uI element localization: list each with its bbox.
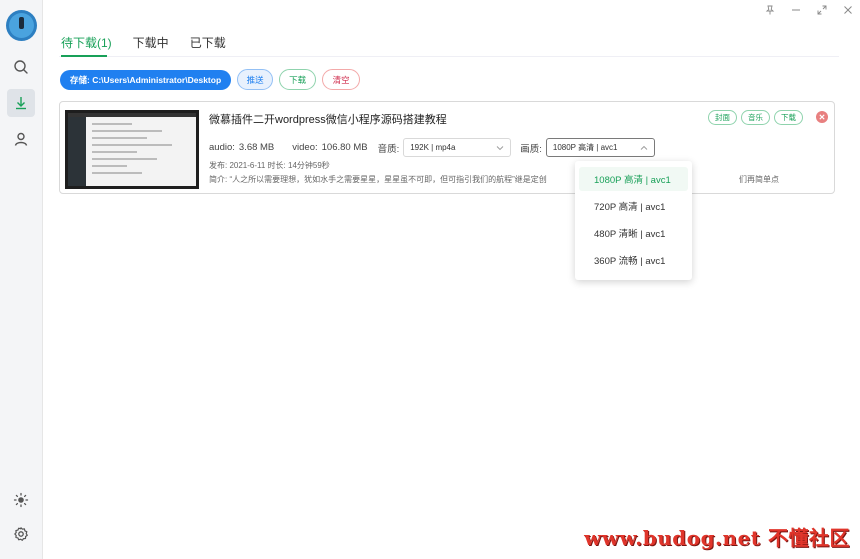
thumbnail-line xyxy=(92,165,127,167)
sidebar-item-theme[interactable] xyxy=(7,486,35,514)
search-icon xyxy=(14,60,28,74)
minimize-icon xyxy=(792,9,800,11)
pin-button[interactable] xyxy=(762,3,778,17)
intro-text: 简介: “人之所以需要理想，犹如水手之需要星星，星星虽不可即，但可指引我们的航程… xyxy=(209,174,779,185)
avatar-figure xyxy=(19,17,24,29)
thumbnail-line xyxy=(92,123,132,125)
user-icon xyxy=(14,132,28,146)
media-info-row: audio: 3.68 MB video: 106.80 MB 音质: 192K… xyxy=(209,138,655,157)
download-tag-button[interactable]: 下载 xyxy=(774,110,803,125)
thumbnail-line xyxy=(92,137,147,139)
intro-text-head: 简介: “人之所以需要理想，犹如水手之需要星星，星星虽不可即，但可指引我们的航程… xyxy=(209,175,547,184)
sidebar-item-download[interactable] xyxy=(7,89,35,117)
thumbnail-line xyxy=(92,144,172,146)
audio-quality-value: 192K | mp4a xyxy=(410,143,456,152)
tab-downloading[interactable]: 下载中 xyxy=(133,34,169,58)
chevron-down-icon xyxy=(496,146,504,151)
audio-quality-label: 音质: xyxy=(377,143,400,155)
video-quality-dropdown: 1080P 高清 | avc1 720P 高清 | avc1 480P 清晰 |… xyxy=(575,161,692,280)
quality-option-480p[interactable]: 480P 清晰 | avc1 xyxy=(579,221,688,245)
gear-icon xyxy=(14,527,28,541)
video-title: 微慕插件二开wordpress微信小程序源码搭建教程 xyxy=(209,114,447,126)
intro-text-tail: 们再简单点，让我们... xyxy=(739,175,779,184)
avatar[interactable] xyxy=(6,10,37,41)
download-button[interactable]: 下载 xyxy=(279,69,317,90)
close-button[interactable] xyxy=(840,3,856,17)
video-quality-label: 画质: xyxy=(520,143,542,155)
sidebar-item-settings[interactable] xyxy=(7,520,35,548)
quality-option-720p[interactable]: 720P 高清 | avc1 xyxy=(579,194,688,218)
thumbnail-line xyxy=(92,172,142,174)
chevron-up-icon xyxy=(640,145,648,150)
thumbnail-line xyxy=(92,130,162,132)
quality-option-360p[interactable]: 360P 流畅 | avc1 xyxy=(579,248,688,272)
video-quality-select[interactable]: 1080P 高清 | avc1 xyxy=(545,138,655,157)
remove-item-button[interactable] xyxy=(816,111,828,123)
audio-quality-select[interactable]: 192K | mp4a xyxy=(403,138,512,157)
thumbnail-line xyxy=(92,158,157,160)
sidebar-item-user[interactable] xyxy=(7,125,35,153)
tab-downloaded[interactable]: 已下载 xyxy=(190,34,226,58)
quality-option-1080p[interactable]: 1080P 高清 | avc1 xyxy=(579,167,688,191)
music-tag-button[interactable]: 音乐 xyxy=(741,110,770,125)
thumbnail-line xyxy=(92,151,137,153)
tag-row: 封面 音乐 下载 xyxy=(708,110,803,125)
audio-size: 3.68 MB xyxy=(238,142,275,153)
maximize-button[interactable] xyxy=(814,3,830,17)
thumbnail-screen xyxy=(68,113,196,186)
tab-divider xyxy=(59,56,839,57)
close-icon xyxy=(844,6,852,14)
tab-active-indicator xyxy=(61,55,107,57)
video-item-card: 微慕插件二开wordpress微信小程序源码搭建教程 封面 音乐 下载 audi… xyxy=(59,101,835,194)
pin-icon xyxy=(765,5,775,15)
thumbnail-sidebar xyxy=(68,117,86,186)
video-label: video: xyxy=(292,142,318,153)
sidebar-item-search[interactable] xyxy=(7,53,35,81)
maximize-icon xyxy=(817,5,827,15)
sun-icon xyxy=(13,492,29,508)
audio-label: audio: xyxy=(209,142,235,153)
download-icon xyxy=(16,97,26,110)
cover-tag-button[interactable]: 封面 xyxy=(708,110,737,125)
toolbar: 存储: C:\Users\Administrator\Desktop 推送 下载… xyxy=(60,69,361,90)
close-icon xyxy=(819,114,825,120)
publish-info: 发布: 2021-6-11 时长: 14分钟59秒 xyxy=(209,161,330,170)
video-thumbnail[interactable] xyxy=(65,110,199,189)
storage-path-button[interactable]: 存储: C:\Users\Administrator\Desktop xyxy=(60,69,232,90)
clear-button[interactable]: 清空 xyxy=(322,69,361,90)
video-size: 106.80 MB xyxy=(321,142,368,153)
minimize-button[interactable] xyxy=(788,3,804,17)
thumbnail-topbar xyxy=(68,113,196,117)
video-quality-value: 1080P 高清 | avc1 xyxy=(552,143,618,152)
push-button[interactable]: 推送 xyxy=(237,69,274,90)
sidebar xyxy=(0,0,43,559)
watermark: www.budog.net 不懂社区 xyxy=(584,526,850,550)
